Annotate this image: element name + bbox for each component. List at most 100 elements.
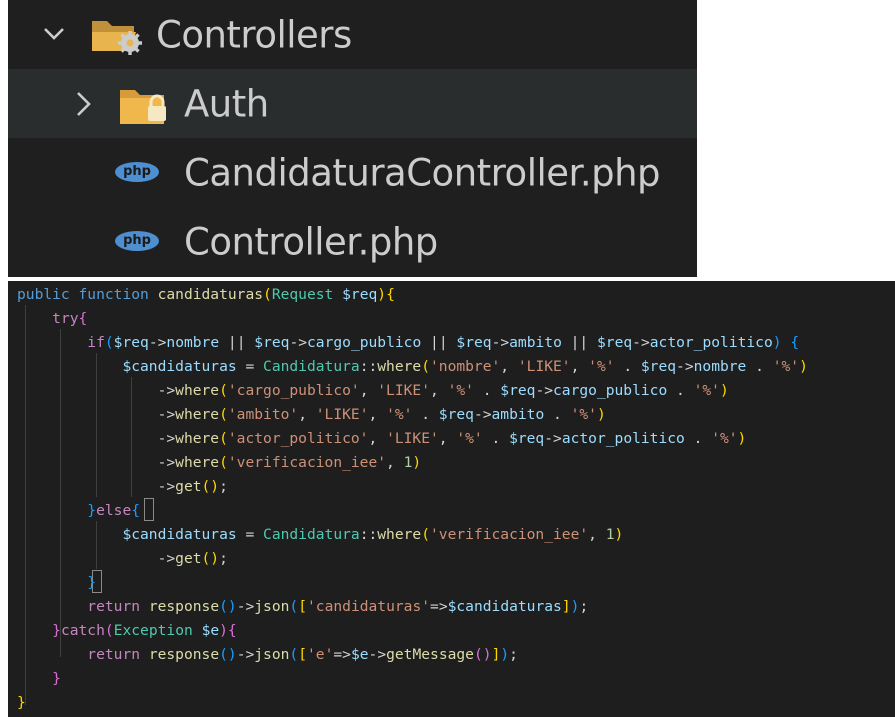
code-token: -> [535, 382, 554, 399]
code-line: } [17, 691, 26, 715]
code-token: ( [263, 286, 272, 303]
code-token: $req [113, 334, 149, 351]
chevron-right-icon[interactable] [72, 91, 96, 117]
code-token: ; [219, 478, 228, 495]
code-token: -> [17, 550, 176, 567]
code-token: } [87, 502, 97, 519]
code-token: -> [236, 598, 255, 615]
code-token: get [175, 550, 202, 567]
code-token: $req [500, 382, 536, 399]
code-token: where [377, 526, 422, 543]
code-token: ) [737, 430, 747, 447]
code-token: '%' [386, 406, 413, 423]
code-token: , [438, 430, 457, 447]
code-token: try [52, 310, 79, 327]
code-token: ( [219, 430, 228, 447]
code-token: get [175, 478, 202, 495]
code-token: , [570, 358, 589, 375]
code-token: () [219, 646, 237, 663]
code-token: , [298, 406, 316, 423]
code-token: -> [544, 430, 562, 447]
code-token: ) [799, 358, 808, 375]
code-token: function [78, 286, 158, 303]
code-token: actor_politico [649, 334, 773, 351]
code-token: ) [614, 526, 624, 543]
chevron-down-icon[interactable] [42, 22, 66, 46]
code-token: if [87, 334, 105, 351]
folder-label: Auth [184, 82, 269, 125]
code-token: '%' [570, 406, 597, 423]
code-token: 'LIKE' [386, 430, 439, 447]
code-line: ->where('ambito', 'LIKE', '%' . $req->am… [17, 403, 606, 427]
code-token: -> [17, 382, 176, 399]
code-token: $candidaturas [122, 526, 237, 543]
explorer-folder-controllers[interactable]: Controllers [8, 0, 697, 69]
code-token: || [219, 334, 255, 351]
code-token: () [473, 646, 492, 663]
code-token: -> [676, 358, 694, 375]
code-token: nombre [166, 334, 220, 351]
code-token: 'e' [307, 646, 334, 663]
code-line: return response()->json(['candidaturas'=… [17, 595, 588, 619]
code-token: $req [254, 334, 290, 351]
code-line: ->where('cargo_publico', 'LIKE', '%' . $… [17, 379, 729, 403]
code-line: }catch(Exception $e){ [17, 619, 237, 643]
code-token: , [588, 526, 606, 543]
code-token: cargo_publico [553, 382, 668, 399]
php-file-icon: php [115, 231, 159, 251]
code-token: where [175, 454, 220, 471]
code-token: -> [17, 454, 176, 471]
code-token: :: [359, 526, 378, 543]
code-token: ) [412, 454, 422, 471]
code-token: actor_politico [561, 430, 685, 447]
code-editor[interactable]: public function candidaturas(Request $re… [8, 281, 895, 717]
code-token: $req [640, 358, 677, 375]
code-token: () [219, 598, 237, 615]
code-token: ( [421, 526, 430, 543]
code-token: '%' [447, 382, 474, 399]
code-token: , [429, 382, 448, 399]
code-token: . [482, 430, 510, 447]
code-token: where [175, 382, 220, 399]
code-token: $candidaturas [447, 598, 562, 615]
code-token: '%' [693, 382, 720, 399]
code-token: '%' [456, 430, 483, 447]
code-token: , [386, 454, 404, 471]
code-token: } [52, 670, 61, 687]
code-token: -> [17, 406, 176, 423]
code-token: json [254, 646, 290, 663]
code-token: -> [17, 430, 176, 447]
code-token: , [368, 430, 387, 447]
code-token: Request [271, 286, 343, 303]
explorer-file-candidaturacontroller[interactable]: php CandidaturaController.php [8, 138, 697, 207]
code-token: ( [219, 382, 228, 399]
code-token: response [148, 646, 220, 663]
code-token: ( [289, 646, 299, 663]
code-token: return [87, 598, 149, 615]
code-token: ( [104, 334, 114, 351]
code-token: $req [456, 334, 492, 351]
code-token: cargo_publico [307, 334, 422, 351]
code-token: => [430, 598, 448, 615]
code-token: $candidaturas [122, 358, 237, 375]
code-token: 'ambito' [227, 406, 299, 423]
code-token: -> [368, 646, 387, 663]
code-token: ) [772, 334, 782, 351]
file-explorer: Controllers Auth php CandidaturaControll… [8, 0, 697, 277]
code-token: '%' [588, 358, 615, 375]
explorer-file-controller[interactable]: php Controller.php [8, 207, 697, 276]
code-token: . [684, 430, 712, 447]
code-token: { [78, 310, 88, 327]
code-line: } [17, 571, 96, 595]
explorer-folder-auth[interactable]: Auth [8, 69, 697, 138]
code-token: , [359, 382, 378, 399]
code-token: -> [17, 478, 176, 495]
code-token: , [368, 406, 387, 423]
code-token: . [412, 406, 439, 423]
code-token: ; [219, 550, 228, 567]
code-token: 'actor_politico' [227, 430, 369, 447]
